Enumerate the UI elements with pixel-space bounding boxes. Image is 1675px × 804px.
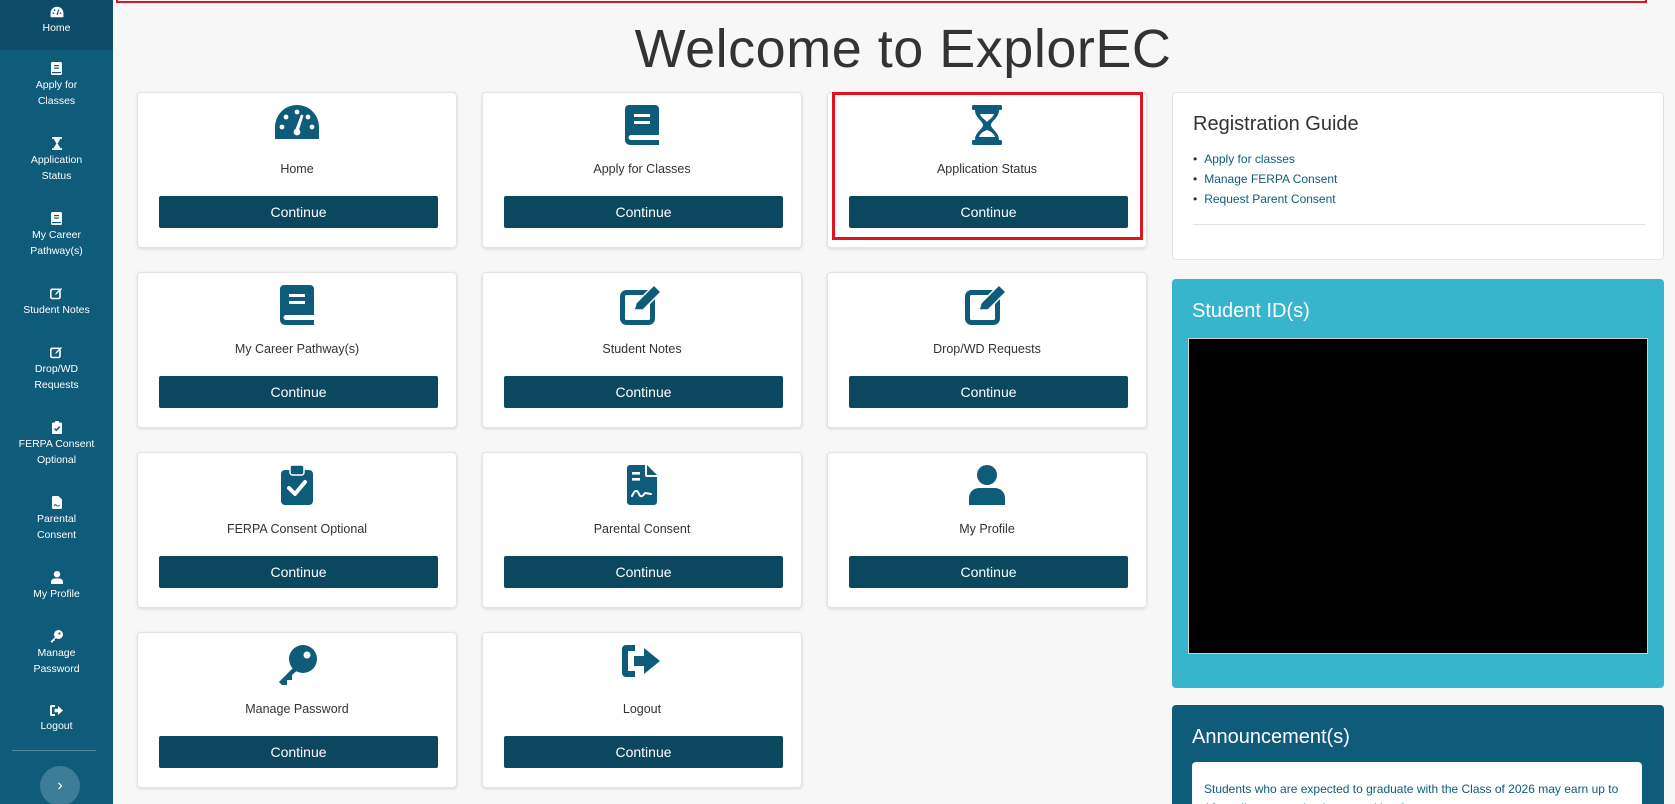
sidebar-item-home[interactable]: Home [0,0,113,50]
sidebar-item-drop-wd[interactable]: Drop/WD Requests [0,346,113,393]
card-apply-for-classes: Apply for Classes Continue [482,92,802,248]
continue-button[interactable]: Continue [504,196,783,228]
continue-button[interactable]: Continue [504,556,783,588]
card-drop-wd-requests: Drop/WD Requests Continue [827,272,1147,428]
sidebar-item-label: Manage Password [33,647,80,675]
sidebar-item-parental-consent[interactable]: Parental Consent [0,496,113,543]
registration-guide-title: Registration Guide [1193,113,1359,135]
continue-button[interactable]: Continue [159,736,438,768]
sidebar-item-apply[interactable]: Apply for Classes [0,62,113,109]
sidebar-divider [12,750,96,751]
book-icon [51,62,62,75]
card-home: Home Continue [137,92,457,248]
sidebar: Home Apply for Classes Application Statu… [0,0,113,804]
sidebar-item-student-notes[interactable]: Student Notes [0,287,113,318]
key-icon [50,630,63,643]
continue-button[interactable]: Continue [504,736,783,768]
gauge-icon [50,6,63,18]
announcements-title: Announcement(s) [1192,726,1350,748]
page-title: Welcome to ExplorEC [634,19,1172,79]
card-label: Parental Consent [593,522,691,536]
logout-icon [622,645,660,677]
card-student-notes: Student Notes Continue [482,272,802,428]
divider [1193,224,1645,225]
link-apply-for-classes[interactable]: Apply for classes [1193,149,1337,169]
sidebar-item-career-pathway[interactable]: My Career Pathway(s) [0,212,113,259]
card-label: My Profile [959,522,1015,536]
sidebar-item-label: Home [42,22,71,34]
sidebar-item-my-profile[interactable]: My Profile [0,571,113,602]
card-my-career-pathway: My Career Pathway(s) Continue [137,272,457,428]
sidebar-item-label: Drop/WD Requests [34,363,79,391]
edit-icon [965,285,1008,325]
book-icon [625,105,659,145]
clipboard-check-icon [281,465,313,505]
sidebar-item-label: FERPA Consent Optional [18,438,95,466]
sidebar-item-label: Parental Consent [36,513,77,541]
link-request-parent-consent[interactable]: Request Parent Consent [1193,189,1337,209]
card-label: Drop/WD Requests [933,342,1041,356]
card-label: My Career Pathway(s) [234,342,360,356]
registration-guide-list: Apply for classes Manage FERPA Consent R… [1193,149,1337,209]
card-label: Student Notes [602,342,682,356]
sidebar-item-application-status[interactable]: Application Status [0,137,113,184]
announcement-text: Students who are expected to graduate wi… [1192,762,1642,804]
logout-icon [50,705,63,716]
continue-button[interactable]: Continue [159,376,438,408]
edit-icon [50,288,62,300]
card-ferpa-consent: FERPA Consent Optional Continue [137,452,457,608]
sidebar-toggle-button[interactable]: › [40,766,80,804]
sidebar-item-label: My Profile [33,588,80,600]
user-icon [50,571,63,584]
highlight-box [832,92,1143,240]
link-manage-ferpa-consent[interactable]: Manage FERPA Consent [1193,169,1337,189]
book-icon [51,212,62,225]
student-ids-panel: Student ID(s) [1172,279,1664,688]
sidebar-item-label: My Career Pathway(s) [30,229,83,257]
card-label: Manage Password [245,702,349,716]
sidebar-item-label: Application Status [30,154,83,182]
sidebar-item-manage-password[interactable]: Manage Password [0,630,113,677]
signature-doc-icon [51,496,62,509]
sidebar-item-label: Apply for Classes [35,79,78,107]
card-manage-password: Manage Password Continue [137,632,457,788]
student-ids-title: Student ID(s) [1192,300,1310,322]
edit-icon [620,285,663,325]
announcements-panel: Announcement(s) Students who are expecte… [1172,705,1664,804]
continue-button[interactable]: Continue [849,556,1128,588]
card-label: Logout [622,702,662,716]
card-label: FERPA Consent Optional [226,522,368,536]
key-icon [279,645,317,685]
card-my-profile: My Profile Continue [827,452,1147,608]
user-icon [969,465,1005,505]
continue-button[interactable]: Continue [159,196,438,228]
card-parental-consent: Parental Consent Continue [482,452,802,608]
clipboard-check-icon [51,421,62,434]
registration-guide-panel: Registration Guide Apply for classes Man… [1172,92,1664,260]
continue-button[interactable]: Continue [159,556,438,588]
sidebar-item-label: Logout [40,720,73,732]
card-label: Home [280,162,314,176]
card-logout: Logout Continue [482,632,802,788]
continue-button[interactable]: Continue [504,376,783,408]
student-ids-content [1188,338,1648,654]
edit-icon [50,347,62,359]
gauge-icon [275,105,319,139]
card-label: Apply for Classes [593,162,691,176]
hourglass-icon [51,137,62,150]
sidebar-item-label: Student Notes [23,304,90,316]
book-icon [280,285,314,325]
continue-button[interactable]: Continue [849,376,1128,408]
highlight-outline-top [116,0,1647,3]
sidebar-item-ferpa[interactable]: FERPA Consent Optional [0,421,113,468]
signature-doc-icon [627,465,657,505]
sidebar-item-logout[interactable]: Logout [0,705,113,734]
